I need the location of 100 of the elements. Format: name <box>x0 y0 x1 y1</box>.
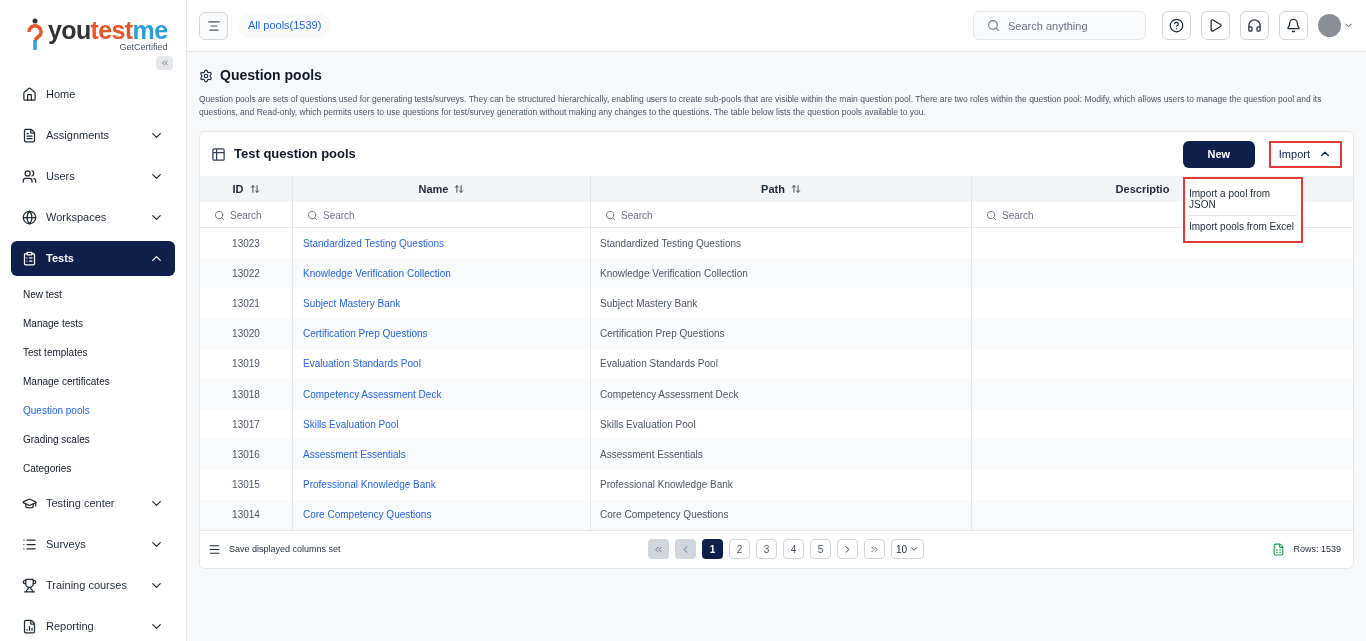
table-cell-text: Assessment Essentials <box>600 447 703 462</box>
sidebar-item[interactable]: Surveys <box>11 527 175 562</box>
sidebar-item[interactable]: Workspaces <box>11 200 175 235</box>
pool-link[interactable]: Certification Prep Questions <box>303 326 428 342</box>
sidebar-item[interactable]: Testing center <box>11 486 175 521</box>
list-icon <box>22 537 37 552</box>
sidebar-subitem[interactable]: Test templates <box>0 338 186 367</box>
column-header[interactable]: Name <box>418 180 449 198</box>
headphones-icon[interactable] <box>1247 18 1262 33</box>
sidebar-subitem[interactable]: Grading scales <box>0 425 186 454</box>
trophy-icon <box>22 578 37 593</box>
logo-wordmark: youtestme <box>48 18 168 43</box>
column-header[interactable]: Descriptio <box>1115 180 1170 198</box>
page-button[interactable]: 2 <box>729 539 750 560</box>
table-cell-text: Knowledge Verification Collection <box>600 266 748 281</box>
house-icon <box>22 87 37 102</box>
table-cell-text: 13021 <box>232 296 260 311</box>
document-icon <box>22 128 37 143</box>
table-cell-text: 13022 <box>232 266 260 281</box>
settings-icon <box>199 68 213 83</box>
page-button[interactable]: 5 <box>810 539 831 560</box>
spreadsheet-icon[interactable] <box>1272 542 1286 556</box>
table-cell-text: Evaluation Standards Pool <box>600 357 718 372</box>
page-button[interactable]: 1 <box>702 539 723 560</box>
page-size-select[interactable]: 10 <box>891 539 925 560</box>
globe-icon <box>22 210 37 225</box>
card-title: Test question pools <box>234 145 357 164</box>
table-cell-text: Core Competency Questions <box>600 508 729 523</box>
clipboard-icon <box>22 251 37 266</box>
first-page-button[interactable] <box>648 539 669 560</box>
headphones-button[interactable] <box>1240 11 1269 40</box>
filter-field[interactable]: Search <box>293 203 590 228</box>
sidebar-subitem[interactable]: New test <box>0 280 186 309</box>
notifications-button[interactable] <box>1279 11 1308 40</box>
new-button[interactable]: New <box>1182 140 1255 168</box>
table-cell-text: Skills Evaluation Pool <box>600 417 696 432</box>
page-button[interactable]: 4 <box>783 539 804 560</box>
pool-link[interactable]: Skills Evaluation Pool <box>303 416 399 432</box>
filter-field[interactable]: Search <box>591 203 971 228</box>
table-cell-text: 13015 <box>232 478 260 493</box>
column-header[interactable]: ID <box>232 180 244 198</box>
graduation-cap-icon <box>22 496 37 511</box>
table-cell-text: Certification Prep Questions <box>600 327 725 342</box>
sidebar-subitem[interactable]: Manage certificates <box>0 367 186 396</box>
search-icon <box>605 210 616 221</box>
sidebar-item[interactable]: Training courses <box>11 568 175 603</box>
pool-link[interactable]: Knowledge Verification Collection <box>303 265 451 281</box>
table-cell-text: 13020 <box>232 327 260 342</box>
page-title: Question pools <box>220 66 322 85</box>
users-icon <box>22 169 37 184</box>
menu-button[interactable] <box>199 11 228 40</box>
sort-icon[interactable] <box>249 184 260 194</box>
table-cell-text: Professional Knowledge Bank <box>600 478 733 493</box>
table-cell-text: 13023 <box>232 236 260 251</box>
sidebar-item[interactable]: Assignments <box>11 118 175 153</box>
page-description: Question pools are sets of questions used for generating tests/surveys. They can be structured hierarchically, enabling users to create sub-pools that are visible within the main question pool. There are two roles within the question pool: Modify, which allows users to manage the question pool and its questions, and Read-only, which permits users to use questions for test/survey generation without making any changes to the questions. The table below lists the question pools available to you. <box>199 93 1323 119</box>
table-cell-text: 13017 <box>232 417 260 432</box>
pool-link[interactable]: Standardized Testing Questions <box>303 235 444 251</box>
play-icon[interactable] <box>1208 18 1223 33</box>
table-cell-text: Standardized Testing Questions <box>600 236 741 251</box>
sidebar-subitem[interactable]: Categories <box>0 454 186 483</box>
table-icon <box>211 146 226 162</box>
page-button[interactable]: 3 <box>756 539 777 560</box>
search-field[interactable]: Search anything <box>973 11 1146 40</box>
sidebar-subitem[interactable]: Question pools <box>0 396 186 425</box>
pool-link[interactable]: Evaluation Standards Pool <box>303 356 421 372</box>
table-cell-text: 13014 <box>232 508 260 523</box>
sort-icon[interactable] <box>790 184 801 194</box>
save-columns-link[interactable]: Save displayed columns set <box>229 542 341 557</box>
menu-item[interactable]: Import a pool from JSON <box>1189 183 1297 216</box>
table-cell-text: 13016 <box>232 447 260 462</box>
pool-link[interactable]: Assessment Essentials <box>303 446 406 462</box>
table-cell-text: 13019 <box>232 357 260 372</box>
pool-link[interactable]: Core Competency Questions <box>303 507 432 523</box>
sidebar-item[interactable]: Tests <box>11 241 175 276</box>
table-cell-text: Subject Mastery Bank <box>600 296 698 311</box>
breadcrumb-chip[interactable]: All pools(1539) <box>238 12 332 39</box>
bell-icon[interactable] <box>1286 18 1301 33</box>
search-icon <box>986 210 997 221</box>
filter-field[interactable]: Search <box>200 203 292 228</box>
import-button[interactable]: Import <box>1268 140 1342 168</box>
play-button[interactable] <box>1201 11 1230 40</box>
sidebar-item[interactable]: Reporting <box>11 609 175 641</box>
sidebar-item[interactable]: Users <box>11 159 175 194</box>
pool-link[interactable]: Professional Knowledge Bank <box>303 477 436 493</box>
table-cell-text: Competency Assessment Deck <box>600 387 739 402</box>
help-icon[interactable] <box>1169 18 1184 33</box>
table-cell-text: 13018 <box>232 387 260 402</box>
column-header[interactable]: Path <box>761 180 785 198</box>
search-icon <box>307 210 318 221</box>
menu-icon[interactable] <box>208 542 221 556</box>
chart-document-icon <box>22 619 37 634</box>
sidebar-subitem[interactable]: Manage tests <box>0 309 186 338</box>
sort-icon[interactable] <box>454 184 465 194</box>
pool-link[interactable]: Subject Mastery Bank <box>303 295 401 311</box>
sidebar-item[interactable]: Home <box>11 77 175 112</box>
pool-link[interactable]: Competency Assessment Deck <box>303 386 442 402</box>
rows-count: Rows: 1539 <box>1293 542 1341 556</box>
avatar[interactable] <box>1318 14 1341 37</box>
help-button[interactable] <box>1162 11 1191 40</box>
